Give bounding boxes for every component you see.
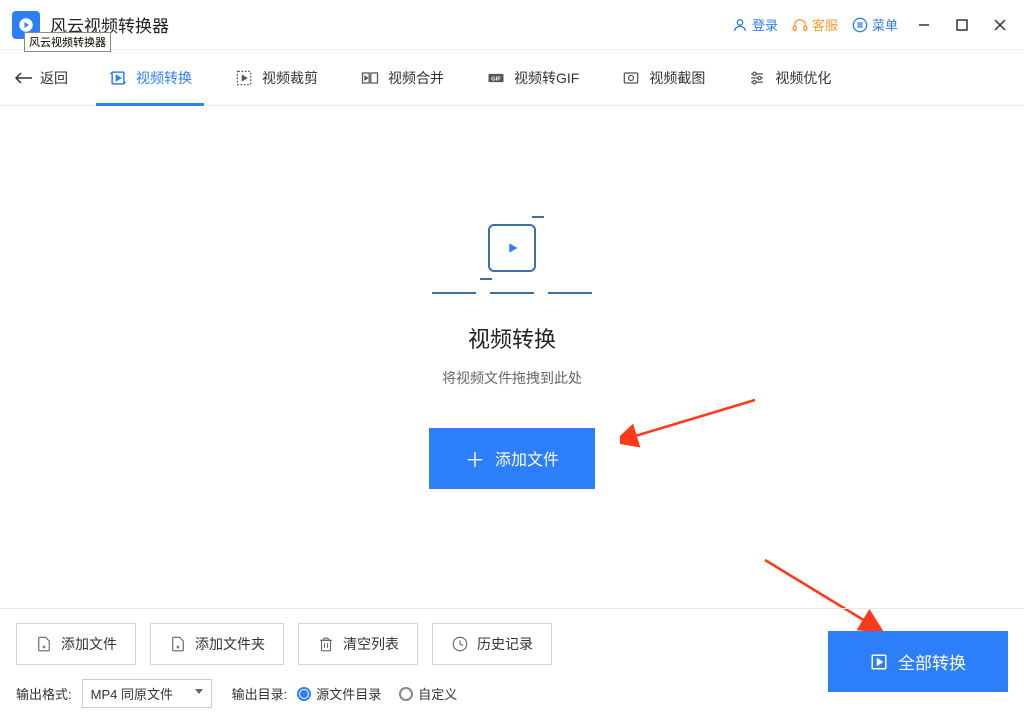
menu-list-icon	[852, 17, 868, 33]
minimize-button[interactable]	[912, 13, 936, 37]
output-dir-label: 输出目录:	[232, 684, 288, 703]
bottom-bar: 添加文件 添加文件夹 清空列表 历史记录 输出格式: MP4 同原文件 输出目录…	[0, 608, 1024, 720]
hero-hint: 将视频文件拖拽到此处	[442, 368, 582, 388]
headset-icon	[792, 17, 808, 33]
support-link[interactable]: 客服	[792, 15, 838, 34]
tab-label: 视频转GIF	[514, 68, 579, 88]
tooltip: 风云视频转换器	[24, 32, 111, 52]
menu-link[interactable]: 菜单	[852, 15, 898, 34]
output-format-label: 输出格式:	[16, 684, 72, 703]
tab-video-optimize[interactable]: 视频优化	[741, 50, 837, 106]
history-button[interactable]: 历史记录	[432, 623, 552, 665]
tab-label: 视频优化	[775, 68, 831, 88]
hero-title: 视频转换	[468, 322, 556, 354]
user-icon	[732, 17, 748, 33]
radio-source-dir[interactable]: 源文件目录	[297, 684, 381, 703]
decorative-dashes	[432, 292, 592, 294]
file-plus-icon	[35, 635, 53, 653]
merge-icon	[360, 68, 380, 88]
radio-icon	[399, 687, 413, 701]
convert-play-icon	[108, 68, 128, 88]
tab-video-gif[interactable]: GIF 视频转GIF	[480, 50, 585, 106]
radio-custom-dir[interactable]: 自定义	[399, 684, 457, 703]
maximize-button[interactable]	[950, 13, 974, 37]
title-actions: 登录 客服 菜单	[732, 13, 1012, 37]
tab-video-merge[interactable]: 视频合并	[354, 50, 450, 106]
convert-all-button[interactable]: 全部转换	[828, 631, 1008, 692]
nav-tabs: 返回 视频转换 视频裁剪 视频合并 GIF 视频转GIF 视频截图 视频优化	[0, 50, 1024, 106]
back-button[interactable]: 返回	[10, 68, 72, 88]
tab-label: 视频转换	[136, 68, 192, 88]
add-folder-button[interactable]: 添加文件夹	[150, 623, 284, 665]
svg-text:GIF: GIF	[491, 76, 501, 82]
tab-label: 视频合并	[388, 68, 444, 88]
add-file-button[interactable]: ＋ 添加文件	[429, 428, 595, 489]
tab-video-crop[interactable]: 视频裁剪	[228, 50, 324, 106]
crop-icon	[234, 68, 254, 88]
clock-icon	[451, 635, 469, 653]
tab-video-screenshot[interactable]: 视频截图	[615, 50, 711, 106]
gif-icon: GIF	[486, 68, 506, 88]
output-format-select[interactable]: MP4 同原文件	[82, 679, 212, 708]
folder-plus-icon	[169, 635, 187, 653]
trash-icon	[317, 635, 335, 653]
radio-icon	[297, 687, 311, 701]
tab-video-convert[interactable]: 视频转换	[102, 50, 198, 106]
plus-icon: ＋	[465, 444, 485, 473]
tab-label: 视频截图	[649, 68, 705, 88]
convert-illustration-icon	[488, 224, 536, 272]
clear-list-button[interactable]: 清空列表	[298, 623, 418, 665]
titlebar: 风云视频转换器 登录 客服 菜单	[0, 0, 1024, 50]
add-file-small-button[interactable]: 添加文件	[16, 623, 136, 665]
arrow-left-icon	[14, 71, 34, 85]
optimize-icon	[747, 68, 767, 88]
app-title: 风云视频转换器	[50, 12, 732, 37]
screenshot-icon	[621, 68, 641, 88]
login-link[interactable]: 登录	[732, 15, 778, 34]
drop-area[interactable]: 视频转换 将视频文件拖拽到此处 ＋ 添加文件	[0, 106, 1024, 606]
play-box-icon	[870, 653, 888, 671]
close-button[interactable]	[988, 13, 1012, 37]
tab-label: 视频裁剪	[262, 68, 318, 88]
